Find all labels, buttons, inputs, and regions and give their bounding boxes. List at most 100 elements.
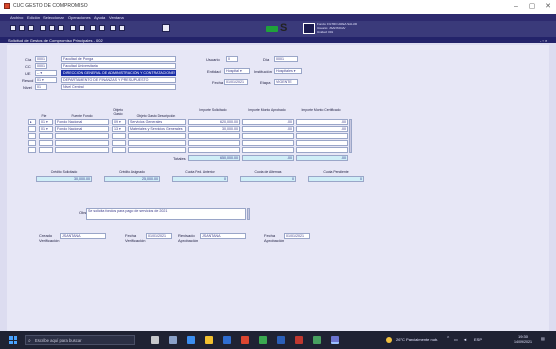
- fecha-field[interactable]: 01/01/2021: [224, 79, 248, 85]
- row2-certificado-field[interactable]: .00: [296, 126, 348, 132]
- nivel-code-field[interactable]: 01: [35, 84, 47, 90]
- menu-seleccionar[interactable]: Seleccionar: [43, 15, 64, 20]
- menu-ayuda[interactable]: Ayuda: [94, 15, 105, 20]
- entidad-select[interactable]: Hospital ▾: [224, 68, 250, 74]
- row2-fuente-field[interactable]: Fondo Nacional: [55, 126, 109, 132]
- row5-fuente-field[interactable]: [55, 147, 109, 153]
- row5-aprobado-field[interactable]: [242, 147, 294, 153]
- cia-code-field[interactable]: 0001: [35, 56, 47, 62]
- volume-icon[interactable]: ◄: [463, 337, 467, 342]
- row1-certificado-field[interactable]: .00: [296, 119, 348, 125]
- observ-scrollbar[interactable]: [247, 208, 250, 220]
- row-indicator[interactable]: [28, 133, 36, 139]
- row2-aprobado-field[interactable]: .00: [242, 126, 294, 132]
- task-view-icon[interactable]: [169, 336, 177, 344]
- window-icon[interactable]: [162, 24, 170, 32]
- prev-record-icon[interactable]: [90, 25, 96, 31]
- cortana-icon[interactable]: [151, 336, 159, 344]
- last-record-icon[interactable]: [119, 25, 125, 31]
- next-record-icon[interactable]: [99, 25, 105, 31]
- row1-objeto-desc-field[interactable]: Servicios Generales: [128, 119, 186, 125]
- row1-fuente-field[interactable]: Fondo Nacional: [55, 119, 109, 125]
- word-icon[interactable]: [277, 336, 285, 344]
- row4-fte-select[interactable]: [39, 140, 53, 146]
- rescd-select[interactable]: 01 ▾: [35, 77, 57, 83]
- rescd-value-field[interactable]: DEPARTAMENTO DE FINANZAS Y PRESUPUESTO: [61, 77, 176, 83]
- etapa-field[interactable]: VIGENTE: [274, 79, 298, 85]
- first-record-icon[interactable]: [110, 25, 116, 31]
- paste-icon[interactable]: [58, 25, 64, 31]
- row3-objeto-desc-field[interactable]: [128, 133, 186, 139]
- row3-fuente-field[interactable]: [55, 133, 109, 139]
- excel-icon[interactable]: [259, 336, 267, 344]
- row1-fte-select[interactable]: 01 ▾: [39, 119, 53, 125]
- clock-date[interactable]: 14/09/2021: [512, 340, 534, 344]
- row3-certificado-field[interactable]: [296, 133, 348, 139]
- cc-code-field[interactable]: 0001: [35, 63, 47, 69]
- exit-icon[interactable]: [28, 25, 34, 31]
- row4-objeto-select[interactable]: [112, 140, 126, 146]
- row4-objeto-desc-field[interactable]: [128, 140, 186, 146]
- nivel-value-field[interactable]: Nivel Central: [61, 84, 176, 90]
- notifications-icon[interactable]: ▤: [541, 336, 545, 341]
- row4-certificado-field[interactable]: [296, 140, 348, 146]
- ue-value-field[interactable]: DIRECCIÓN GENERAL DE ADMINISTRACIÓN Y CO…: [61, 70, 176, 76]
- row3-aprobado-field[interactable]: [242, 133, 294, 139]
- row2-fte-select[interactable]: 01 ▾: [39, 126, 53, 132]
- tray-chevron-icon[interactable]: ⌃: [446, 336, 450, 342]
- cia-value-field[interactable]: Facultad de Ponga: [61, 56, 176, 62]
- row1-aprobado-field[interactable]: .00: [242, 119, 294, 125]
- chrome-icon[interactable]: [241, 336, 249, 344]
- row5-objeto-select[interactable]: [112, 147, 126, 153]
- ue-select[interactable]: -- ▾: [35, 70, 57, 76]
- row4-fuente-field[interactable]: [55, 140, 109, 146]
- menu-edicion[interactable]: Edición: [27, 15, 40, 20]
- print-icon[interactable]: [19, 25, 25, 31]
- row1-importe-field[interactable]: 620,000.00: [188, 119, 240, 125]
- observ-textarea[interactable]: Se solicita fondos para pago de servicio…: [86, 208, 246, 220]
- network-icon[interactable]: ▭: [454, 337, 458, 342]
- edge-icon[interactable]: [187, 336, 195, 344]
- row2-objeto-desc-field[interactable]: Materiales y Servicios Generales: [128, 126, 186, 132]
- minimize-button[interactable]: –: [511, 2, 521, 11]
- close-button[interactable]: ✕: [543, 2, 553, 11]
- table-scrollbar[interactable]: [349, 119, 352, 153]
- row3-fte-select[interactable]: [39, 133, 53, 139]
- dia-field[interactable]: 0001: [274, 56, 298, 62]
- acrobat-icon[interactable]: [295, 336, 303, 344]
- insert-record-icon[interactable]: [70, 25, 76, 31]
- row3-importe-field[interactable]: [188, 133, 240, 139]
- weather-text[interactable]: 26°C Parcialmente nub.: [396, 337, 438, 342]
- cc-value-field[interactable]: Facultad Universitaria: [61, 63, 176, 69]
- row4-importe-field[interactable]: [188, 140, 240, 146]
- menu-ventana[interactable]: Ventana: [109, 15, 124, 20]
- clock-time[interactable]: 19:30: [512, 334, 534, 339]
- oracle-forms-icon[interactable]: [331, 336, 339, 344]
- save-icon[interactable]: [10, 25, 16, 31]
- row-indicator[interactable]: [28, 147, 36, 153]
- row-indicator[interactable]: [28, 126, 36, 132]
- file-explorer-icon[interactable]: [205, 336, 213, 344]
- app-icon-green[interactable]: [313, 336, 321, 344]
- usuario-field[interactable]: 0: [226, 56, 238, 62]
- row2-importe-field[interactable]: 30,000.00: [188, 126, 240, 132]
- row-indicator[interactable]: ▸: [28, 119, 36, 125]
- row1-objeto-select[interactable]: 09 ▾: [112, 119, 126, 125]
- institucion-select[interactable]: Hospitales ▾: [274, 68, 302, 74]
- menu-archivo[interactable]: Archivo: [10, 15, 23, 20]
- windows-start-icon[interactable]: [9, 336, 17, 344]
- menu-operaciones[interactable]: Operaciones: [68, 15, 91, 20]
- copy-icon[interactable]: [49, 25, 55, 31]
- row5-importe-field[interactable]: [188, 147, 240, 153]
- taskbar-search[interactable]: ⌕ Escribe aquí para buscar: [25, 335, 135, 345]
- delete-record-icon[interactable]: [79, 25, 85, 31]
- row4-aprobado-field[interactable]: [242, 140, 294, 146]
- row-indicator[interactable]: [28, 140, 36, 146]
- store-icon[interactable]: [223, 336, 231, 344]
- row3-objeto-select[interactable]: [112, 133, 126, 139]
- cut-icon[interactable]: [40, 25, 46, 31]
- row5-fte-select[interactable]: [39, 147, 53, 153]
- language-indicator[interactable]: ESP: [474, 337, 482, 342]
- row2-objeto-select[interactable]: 13 ▾: [112, 126, 126, 132]
- maximize-button[interactable]: ▢: [527, 2, 537, 11]
